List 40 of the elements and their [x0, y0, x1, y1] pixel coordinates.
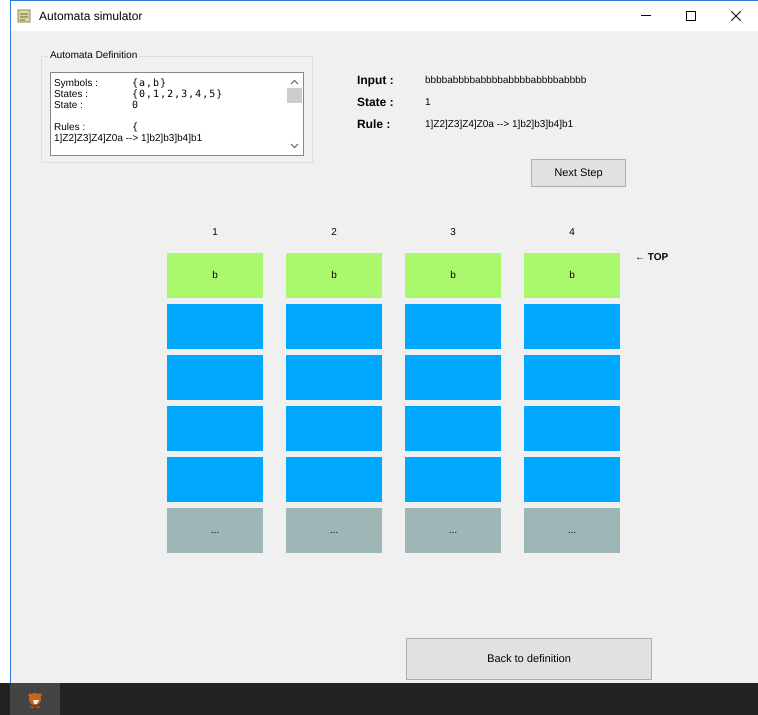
info-label: Rule : — [357, 116, 392, 133]
stack-cell: ... — [405, 508, 501, 553]
definition-value: {0,1,2,3,4,5} — [132, 89, 224, 100]
stack-number: 4 — [569, 226, 575, 239]
info-value: bbbbabbbbabbbbabbbbabbbbabbbb — [425, 74, 586, 88]
minimize-icon — [640, 15, 650, 17]
stack-cell: b — [167, 253, 263, 298]
stack-cell: b — [524, 253, 620, 298]
info-value: 1 — [425, 96, 431, 110]
scroll-down-icon — [290, 143, 299, 149]
taskbar-app-button[interactable] — [10, 683, 60, 715]
window-title: Automata simulator — [39, 8, 142, 25]
definition-label: State : — [54, 100, 84, 111]
stack-cell: ... — [167, 508, 263, 553]
scroll-thumb[interactable] — [287, 88, 302, 103]
definition-value: 0 — [132, 100, 140, 111]
stack-cell: ... — [286, 508, 382, 553]
close-icon — [730, 11, 740, 21]
definition-label: Symbols : — [54, 78, 99, 89]
stack-number: 2 — [331, 226, 337, 239]
stack-cell: b — [405, 253, 501, 298]
definition-value: {a,b} — [132, 78, 168, 89]
next-step-button[interactable]: Next Step — [531, 159, 626, 187]
scroll-up-icon — [290, 79, 299, 85]
definition-label: States : — [54, 89, 89, 100]
definition-value: { — [132, 122, 140, 133]
stack-number: 3 — [450, 226, 456, 239]
stack-cell: ... — [524, 508, 620, 553]
top-marker: ← TOP — [635, 251, 668, 265]
stack-number: 1 — [212, 226, 218, 239]
definition-rule: 1]Z2]Z3]Z4]Z0a --> 1]b2]b3]b4]b1 — [54, 133, 202, 145]
back-to-definition-button[interactable]: Back to definition — [406, 638, 652, 680]
app-icon — [17, 9, 31, 23]
maximize-icon — [686, 11, 696, 21]
info-value: 1]Z2]Z3]Z4]Z0a --> 1]b2]b3]b4]b1 — [425, 118, 574, 132]
definition-text-area[interactable]: Symbols : {a,b} States : {0,1,2,3,4,5} State : 0 Rules : { 1]Z2]Z3]Z4]Z0a --> 1]b2]b3]b4]b1 — [50, 72, 304, 156]
stack-cell: b — [286, 253, 382, 298]
info-label: Input : — [357, 72, 395, 89]
definition-label: Rules : — [54, 122, 86, 133]
info-label: State : — [357, 94, 395, 111]
